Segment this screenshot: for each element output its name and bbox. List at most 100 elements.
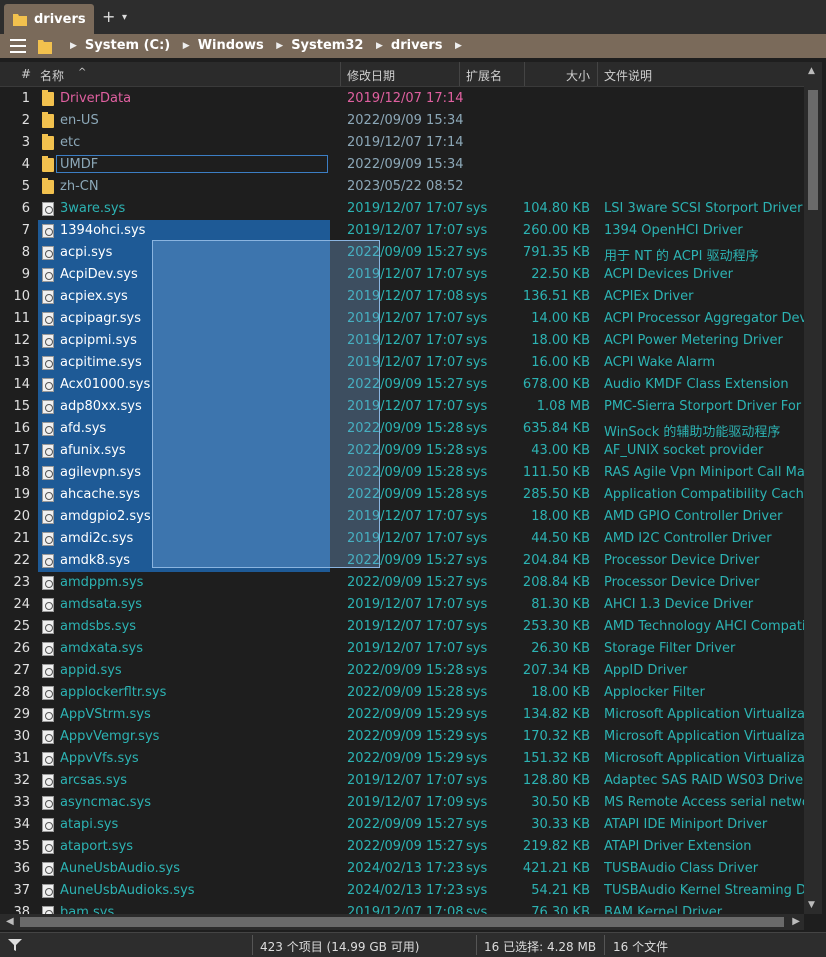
column-date[interactable]: 修改日期 (347, 67, 395, 84)
menu-icon[interactable] (10, 39, 26, 53)
file-name[interactable]: zh-CN (60, 179, 99, 194)
file-name[interactable]: atapi.sys (60, 817, 118, 832)
scroll-thumb[interactable] (808, 90, 818, 210)
table-row[interactable]: 17 afunix.sys 2022/09/09 15:28 sys 43.00 KB A… (0, 440, 804, 462)
scroll-thumb[interactable] (20, 917, 784, 927)
table-row[interactable]: 5 zh-CN 2023/05/22 08:52 (0, 176, 804, 198)
file-name[interactable]: amdxata.sys (60, 641, 143, 656)
file-name[interactable]: en-US (60, 113, 99, 128)
file-name[interactable]: UMDF (60, 157, 98, 172)
file-name[interactable]: afunix.sys (60, 443, 126, 458)
column-ext[interactable]: 扩展名 (466, 67, 502, 84)
table-row[interactable]: 34 atapi.sys 2022/09/09 15:27 sys 30.33 KB AT… (0, 814, 804, 836)
table-row[interactable]: 28 applockerfltr.sys 2022/09/09 15:28 sys 18… (0, 682, 804, 704)
file-name[interactable]: DriverData (60, 91, 131, 106)
scroll-right-icon[interactable]: ▶ (792, 916, 800, 927)
file-name[interactable]: AppvVemgr.sys (60, 729, 159, 744)
table-row[interactable]: 15 adp80xx.sys 2019/12/07 17:07 sys 1.08 MB P… (0, 396, 804, 418)
file-name[interactable]: acpipmi.sys (60, 333, 137, 348)
breadcrumb-item[interactable]: System32 (291, 38, 363, 53)
column-num[interactable]: # (21, 67, 31, 81)
file-name[interactable]: acpitime.sys (60, 355, 142, 370)
file-name[interactable]: afd.sys (60, 421, 106, 436)
file-name[interactable]: 3ware.sys (60, 201, 125, 216)
file-name[interactable]: amdsata.sys (60, 597, 142, 612)
table-row[interactable]: 9 AcpiDev.sys 2019/12/07 17:07 sys 22.50 KB A… (0, 264, 804, 286)
table-row[interactable]: 37 AuneUsbAudioks.sys 2024/02/13 17:23 sys 5… (0, 880, 804, 902)
file-name[interactable]: bam.sys (60, 905, 114, 914)
file-name[interactable]: arcsas.sys (60, 773, 127, 788)
table-row[interactable]: 24 amdsata.sys 2019/12/07 17:07 sys 81.30 KB… (0, 594, 804, 616)
tab-drivers[interactable]: drivers (4, 4, 94, 34)
file-name[interactable]: AuneUsbAudio.sys (60, 861, 180, 876)
table-row[interactable]: 7 1394ohci.sys 2019/12/07 17:07 sys 260.00 K… (0, 220, 804, 242)
file-name[interactable]: asyncmac.sys (60, 795, 151, 810)
horizontal-scrollbar[interactable]: ◀ ▶ (0, 914, 804, 930)
breadcrumb-item[interactable]: System (C:) (85, 38, 170, 53)
table-row[interactable]: 33 asyncmac.sys 2019/12/07 17:09 sys 30.50 K… (0, 792, 804, 814)
table-row[interactable]: 10 acpiex.sys 2019/12/07 17:08 sys 136.51 KB… (0, 286, 804, 308)
tab-dropdown-icon[interactable]: ▾ (122, 12, 127, 23)
file-name[interactable]: AuneUsbAudioks.sys (60, 883, 195, 898)
file-name[interactable]: AppVStrm.sys (60, 707, 151, 722)
file-name[interactable]: agilevpn.sys (60, 465, 141, 480)
table-row[interactable]: 30 AppvVemgr.sys 2022/09/09 15:29 sys 170.32… (0, 726, 804, 748)
scroll-down-icon[interactable]: ▼ (808, 900, 815, 910)
file-name[interactable]: amdppm.sys (60, 575, 143, 590)
table-row[interactable]: 20 amdgpio2.sys 2019/12/07 17:07 sys 18.00 K… (0, 506, 804, 528)
column-desc[interactable]: 文件说明 (604, 67, 652, 84)
column-name[interactable]: 名称 (40, 67, 64, 84)
scroll-left-icon[interactable]: ◀ (6, 916, 14, 927)
table-row[interactable]: 27 appid.sys 2022/09/09 15:28 sys 207.34 KB A… (0, 660, 804, 682)
table-row[interactable]: 23 amdppm.sys 2022/09/09 15:27 sys 208.84 KB… (0, 572, 804, 594)
vertical-scrollbar[interactable]: ▲ ▼ (804, 62, 822, 914)
file-name[interactable]: acpiex.sys (60, 289, 128, 304)
table-row[interactable]: 16 afd.sys 2022/09/09 15:28 sys 635.84 KB Win… (0, 418, 804, 440)
file-name[interactable]: amdgpio2.sys (60, 509, 151, 524)
breadcrumb-item[interactable]: drivers (391, 38, 443, 53)
file-name[interactable]: amdi2c.sys (60, 531, 133, 546)
table-row[interactable]: 13 acpitime.sys 2019/12/07 17:07 sys 16.00 K… (0, 352, 804, 374)
table-row[interactable]: 2 en-US 2022/09/09 15:34 (0, 110, 804, 132)
table-row[interactable]: 11 acpipagr.sys 2019/12/07 17:07 sys 14.00 K… (0, 308, 804, 330)
breadcrumb-item[interactable]: Windows (198, 38, 264, 53)
file-name[interactable]: ataport.sys (60, 839, 133, 854)
table-row[interactable]: 14 Acx01000.sys 2022/09/09 15:27 sys 678.00 … (0, 374, 804, 396)
table-row[interactable]: 3 etc 2019/12/07 17:14 (0, 132, 804, 154)
table-row[interactable]: 38 bam.sys 2019/12/07 17:08 sys 76.30 KB BAM … (0, 902, 804, 914)
file-name[interactable]: ahcache.sys (60, 487, 140, 502)
chevron-right-icon[interactable]: ▶ (455, 41, 462, 51)
file-name[interactable]: AcpiDev.sys (60, 267, 138, 282)
table-row[interactable]: 21 amdi2c.sys 2019/12/07 17:07 sys 44.50 KB A… (0, 528, 804, 550)
table-row[interactable]: 26 amdxata.sys 2019/12/07 17:07 sys 26.30 KB… (0, 638, 804, 660)
file-name[interactable]: amdk8.sys (60, 553, 130, 568)
filter-icon[interactable] (8, 939, 22, 951)
table-row[interactable]: 8 acpi.sys 2022/09/09 15:27 sys 791.35 KB 用于 … (0, 242, 804, 264)
new-tab-button[interactable]: + (102, 9, 115, 25)
chevron-right-icon[interactable]: ▶ (376, 41, 383, 51)
table-row[interactable]: 25 amdsbs.sys 2019/12/07 17:07 sys 253.30 KB… (0, 616, 804, 638)
file-name[interactable]: Acx01000.sys (60, 377, 150, 392)
table-row[interactable]: 12 acpipmi.sys 2019/12/07 17:07 sys 18.00 KB… (0, 330, 804, 352)
table-row[interactable]: 32 arcsas.sys 2019/12/07 17:07 sys 128.80 KB… (0, 770, 804, 792)
file-name[interactable]: AppvVfs.sys (60, 751, 139, 766)
table-row[interactable]: 6 3ware.sys 2019/12/07 17:07 sys 104.80 KB LS… (0, 198, 804, 220)
file-name[interactable]: etc (60, 135, 80, 150)
table-row[interactable]: 22 amdk8.sys 2022/09/09 15:27 sys 204.84 KB P… (0, 550, 804, 572)
table-row[interactable]: 19 ahcache.sys 2022/09/09 15:28 sys 285.50 K… (0, 484, 804, 506)
table-row[interactable]: 4 UMDF 2022/09/09 15:34 (0, 154, 804, 176)
column-size[interactable]: 大小 (566, 67, 590, 84)
table-row[interactable]: 18 agilevpn.sys 2022/09/09 15:28 sys 111.50 … (0, 462, 804, 484)
file-name[interactable]: applockerfltr.sys (60, 685, 166, 700)
file-name[interactable]: acpipagr.sys (60, 311, 141, 326)
file-name[interactable]: 1394ohci.sys (60, 223, 145, 238)
scroll-up-icon[interactable]: ▲ (808, 66, 815, 76)
file-name[interactable]: appid.sys (60, 663, 122, 678)
file-name[interactable]: amdsbs.sys (60, 619, 136, 634)
chevron-right-icon[interactable]: ▶ (70, 41, 77, 51)
chevron-right-icon[interactable]: ▶ (183, 41, 190, 51)
table-row[interactable]: 36 AuneUsbAudio.sys 2024/02/13 17:23 sys 421… (0, 858, 804, 880)
file-name[interactable]: adp80xx.sys (60, 399, 142, 414)
chevron-right-icon[interactable]: ▶ (276, 41, 283, 51)
table-row[interactable]: 29 AppVStrm.sys 2022/09/09 15:29 sys 134.82 … (0, 704, 804, 726)
